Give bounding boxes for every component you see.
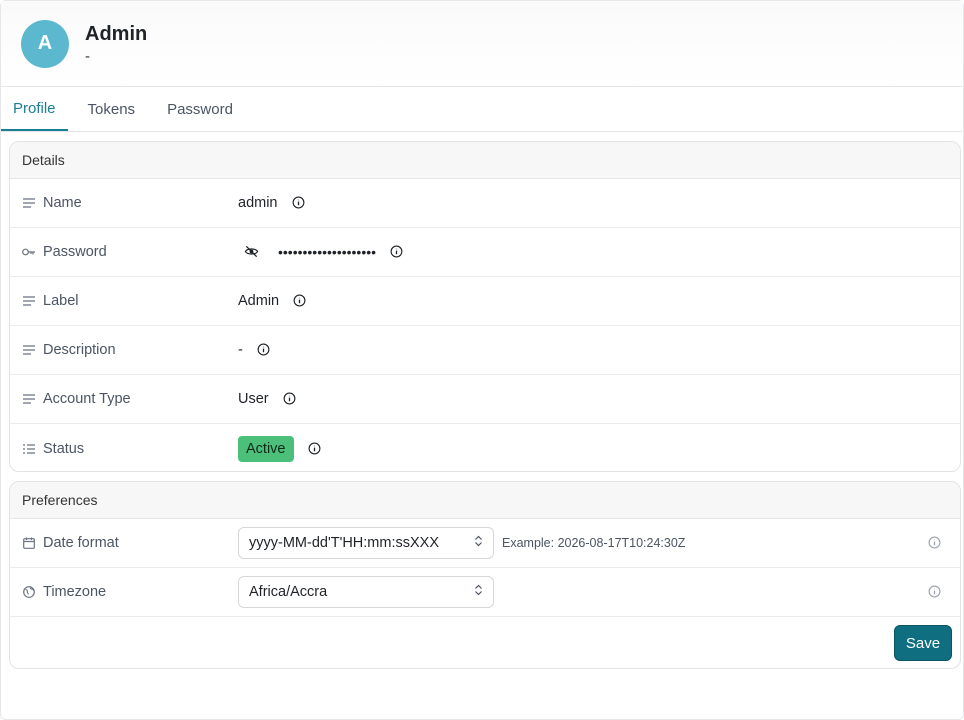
status-label: Status (43, 440, 85, 457)
date-format-label: Date format (43, 535, 119, 551)
lines-icon (22, 392, 36, 406)
name-label: Name (43, 195, 82, 211)
timezone-select[interactable]: Africa/Accra (238, 576, 494, 608)
lines-icon (22, 294, 36, 308)
info-icon[interactable] (292, 196, 306, 210)
tab-bar: Profile Tokens Password (1, 87, 963, 132)
profile-page: A Admin - Profile Tokens Password Detail… (0, 0, 964, 720)
save-button[interactable]: Save (894, 625, 952, 661)
status-row: Status Active (10, 424, 960, 471)
page-title: Admin (85, 22, 148, 45)
list-icon (22, 442, 36, 456)
date-format-example: Example: 2026-08-17T10:24:30Z (502, 536, 686, 550)
tab-profile[interactable]: Profile (1, 87, 68, 131)
date-format-value: yyyy-MM-dd'T'HH:mm:ssXXX (249, 535, 440, 551)
description-row: Description - (10, 326, 960, 375)
preferences-title: Preferences (10, 482, 960, 519)
account-type-label: Account Type (43, 391, 131, 407)
label-row: Label Admin (10, 277, 960, 326)
date-format-select[interactable]: yyyy-MM-dd'T'HH:mm:ssXXX (238, 527, 494, 559)
timezone-label: Timezone (43, 584, 107, 600)
info-icon[interactable] (928, 585, 942, 599)
account-type-value: User (238, 391, 269, 407)
label-value: Admin (238, 293, 280, 309)
chevron-up-down-icon (474, 535, 483, 551)
calendar-icon (22, 536, 36, 550)
label-label: Label (43, 293, 79, 309)
timezone-row: Timezone Africa/Accra (10, 568, 960, 617)
avatar: A (21, 19, 69, 68)
eye-off-icon[interactable] (244, 244, 260, 260)
chevron-up-down-icon (474, 584, 483, 600)
tab-tokens[interactable]: Tokens (76, 87, 148, 131)
info-icon[interactable] (308, 442, 322, 456)
timezone-value: Africa/Accra (249, 584, 328, 600)
info-icon[interactable] (390, 245, 404, 259)
lines-icon (22, 343, 36, 357)
password-label: Password (43, 244, 107, 260)
preferences-card: Preferences Date format yyyy-MM-dd'T'HH:… (9, 481, 961, 669)
preferences-footer: Save (10, 617, 960, 668)
info-icon[interactable] (283, 392, 297, 406)
account-type-row: Account Type User (10, 375, 960, 424)
description-value: - (238, 342, 243, 358)
details-card: Details Name admin Password ••••••••••••… (9, 141, 961, 472)
status-badge: Active (238, 435, 294, 462)
profile-header: A Admin - (1, 1, 963, 87)
tab-password[interactable]: Password (155, 87, 245, 131)
lines-icon (22, 196, 36, 210)
name-value: admin (238, 195, 278, 211)
info-icon[interactable] (257, 343, 271, 357)
password-value: •••••••••••••••••••• (278, 244, 377, 260)
key-icon (22, 245, 36, 259)
info-icon[interactable] (293, 294, 307, 308)
globe-icon (22, 585, 36, 599)
page-subtitle: - (85, 47, 90, 65)
info-icon[interactable] (928, 536, 942, 550)
password-row: Password •••••••••••••••••••• (10, 228, 960, 277)
description-label: Description (43, 342, 116, 358)
name-row: Name admin (10, 179, 960, 228)
date-format-row: Date format yyyy-MM-dd'T'HH:mm:ssXXX Exa… (10, 519, 960, 568)
details-title: Details (10, 142, 960, 179)
